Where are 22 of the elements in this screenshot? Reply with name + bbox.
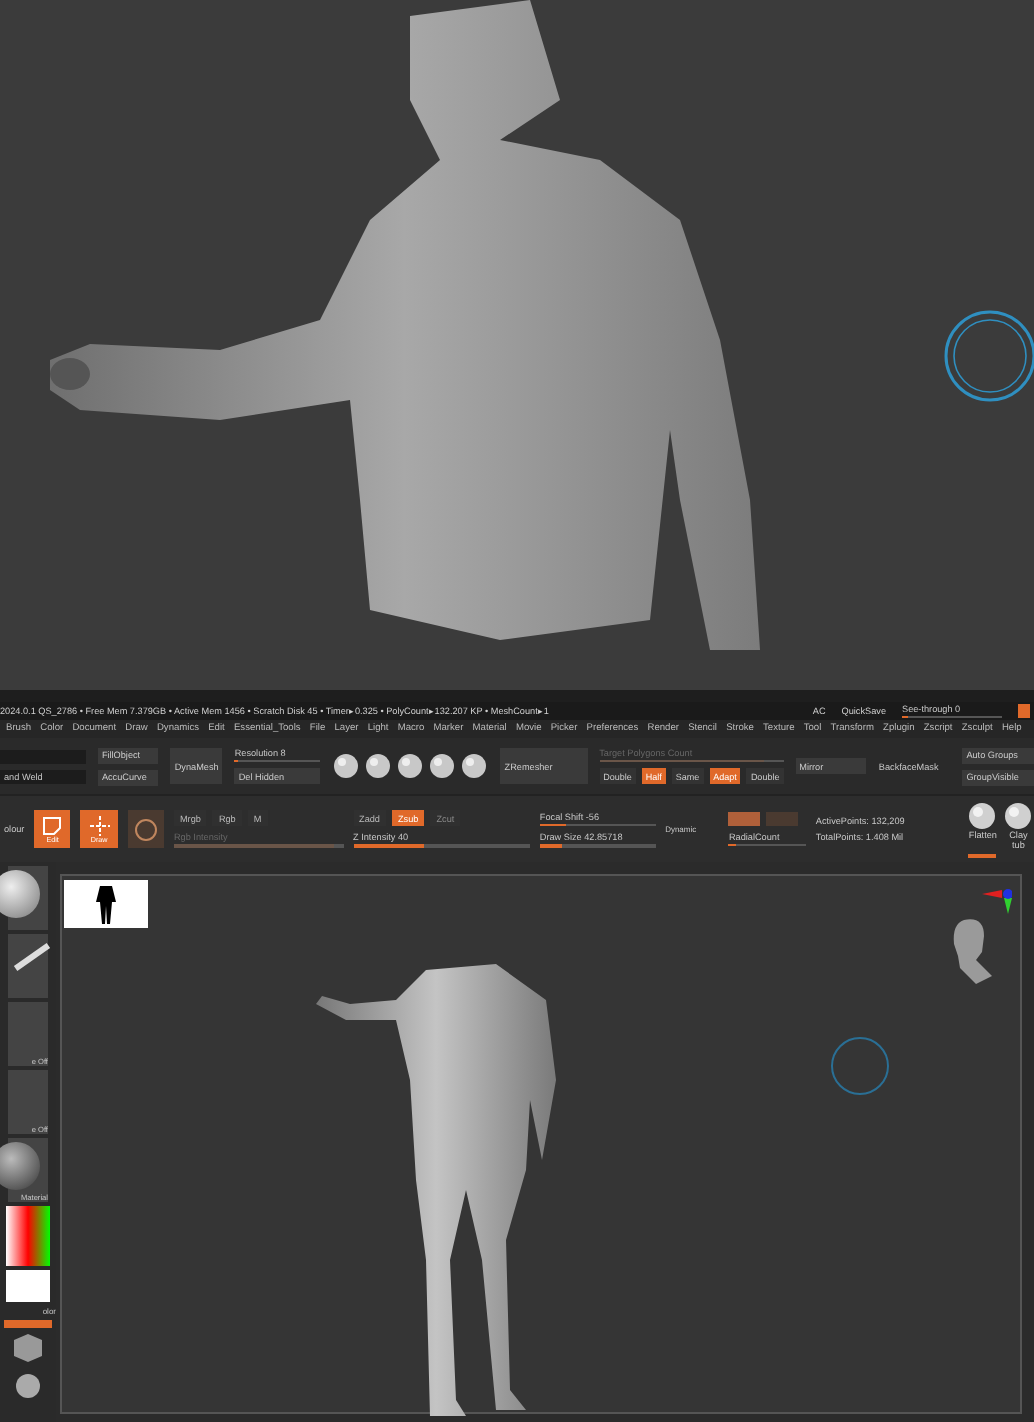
axis-gizmo-icon[interactable] bbox=[980, 884, 1012, 916]
brush-cursor-icon bbox=[940, 306, 1034, 406]
brush-cursor-icon bbox=[830, 1036, 890, 1096]
cube-icon[interactable] bbox=[12, 1332, 44, 1364]
symmetry-toggle[interactable] bbox=[728, 811, 761, 826]
color-swatch[interactable] bbox=[6, 1270, 50, 1302]
crosshair-icon bbox=[89, 815, 110, 835]
stroke-thumbnail[interactable] bbox=[8, 934, 48, 998]
brush-icon[interactable] bbox=[396, 752, 425, 780]
symmetry-toggle[interactable] bbox=[766, 811, 799, 826]
circle-icon bbox=[133, 817, 158, 841]
navigator-thumbnail bbox=[64, 880, 148, 928]
head-thumbnail-icon[interactable] bbox=[948, 916, 996, 984]
rotate-button[interactable] bbox=[127, 810, 164, 848]
menu-toggle[interactable] bbox=[1018, 704, 1030, 718]
brush-icon[interactable] bbox=[460, 752, 489, 780]
brush-icon[interactable] bbox=[364, 752, 393, 780]
sphere-icon[interactable] bbox=[12, 1368, 44, 1400]
color-picker[interactable] bbox=[6, 1206, 50, 1266]
edit-icon bbox=[42, 815, 63, 835]
brush-icon[interactable] bbox=[428, 752, 457, 780]
brush-icon[interactable] bbox=[332, 752, 361, 780]
